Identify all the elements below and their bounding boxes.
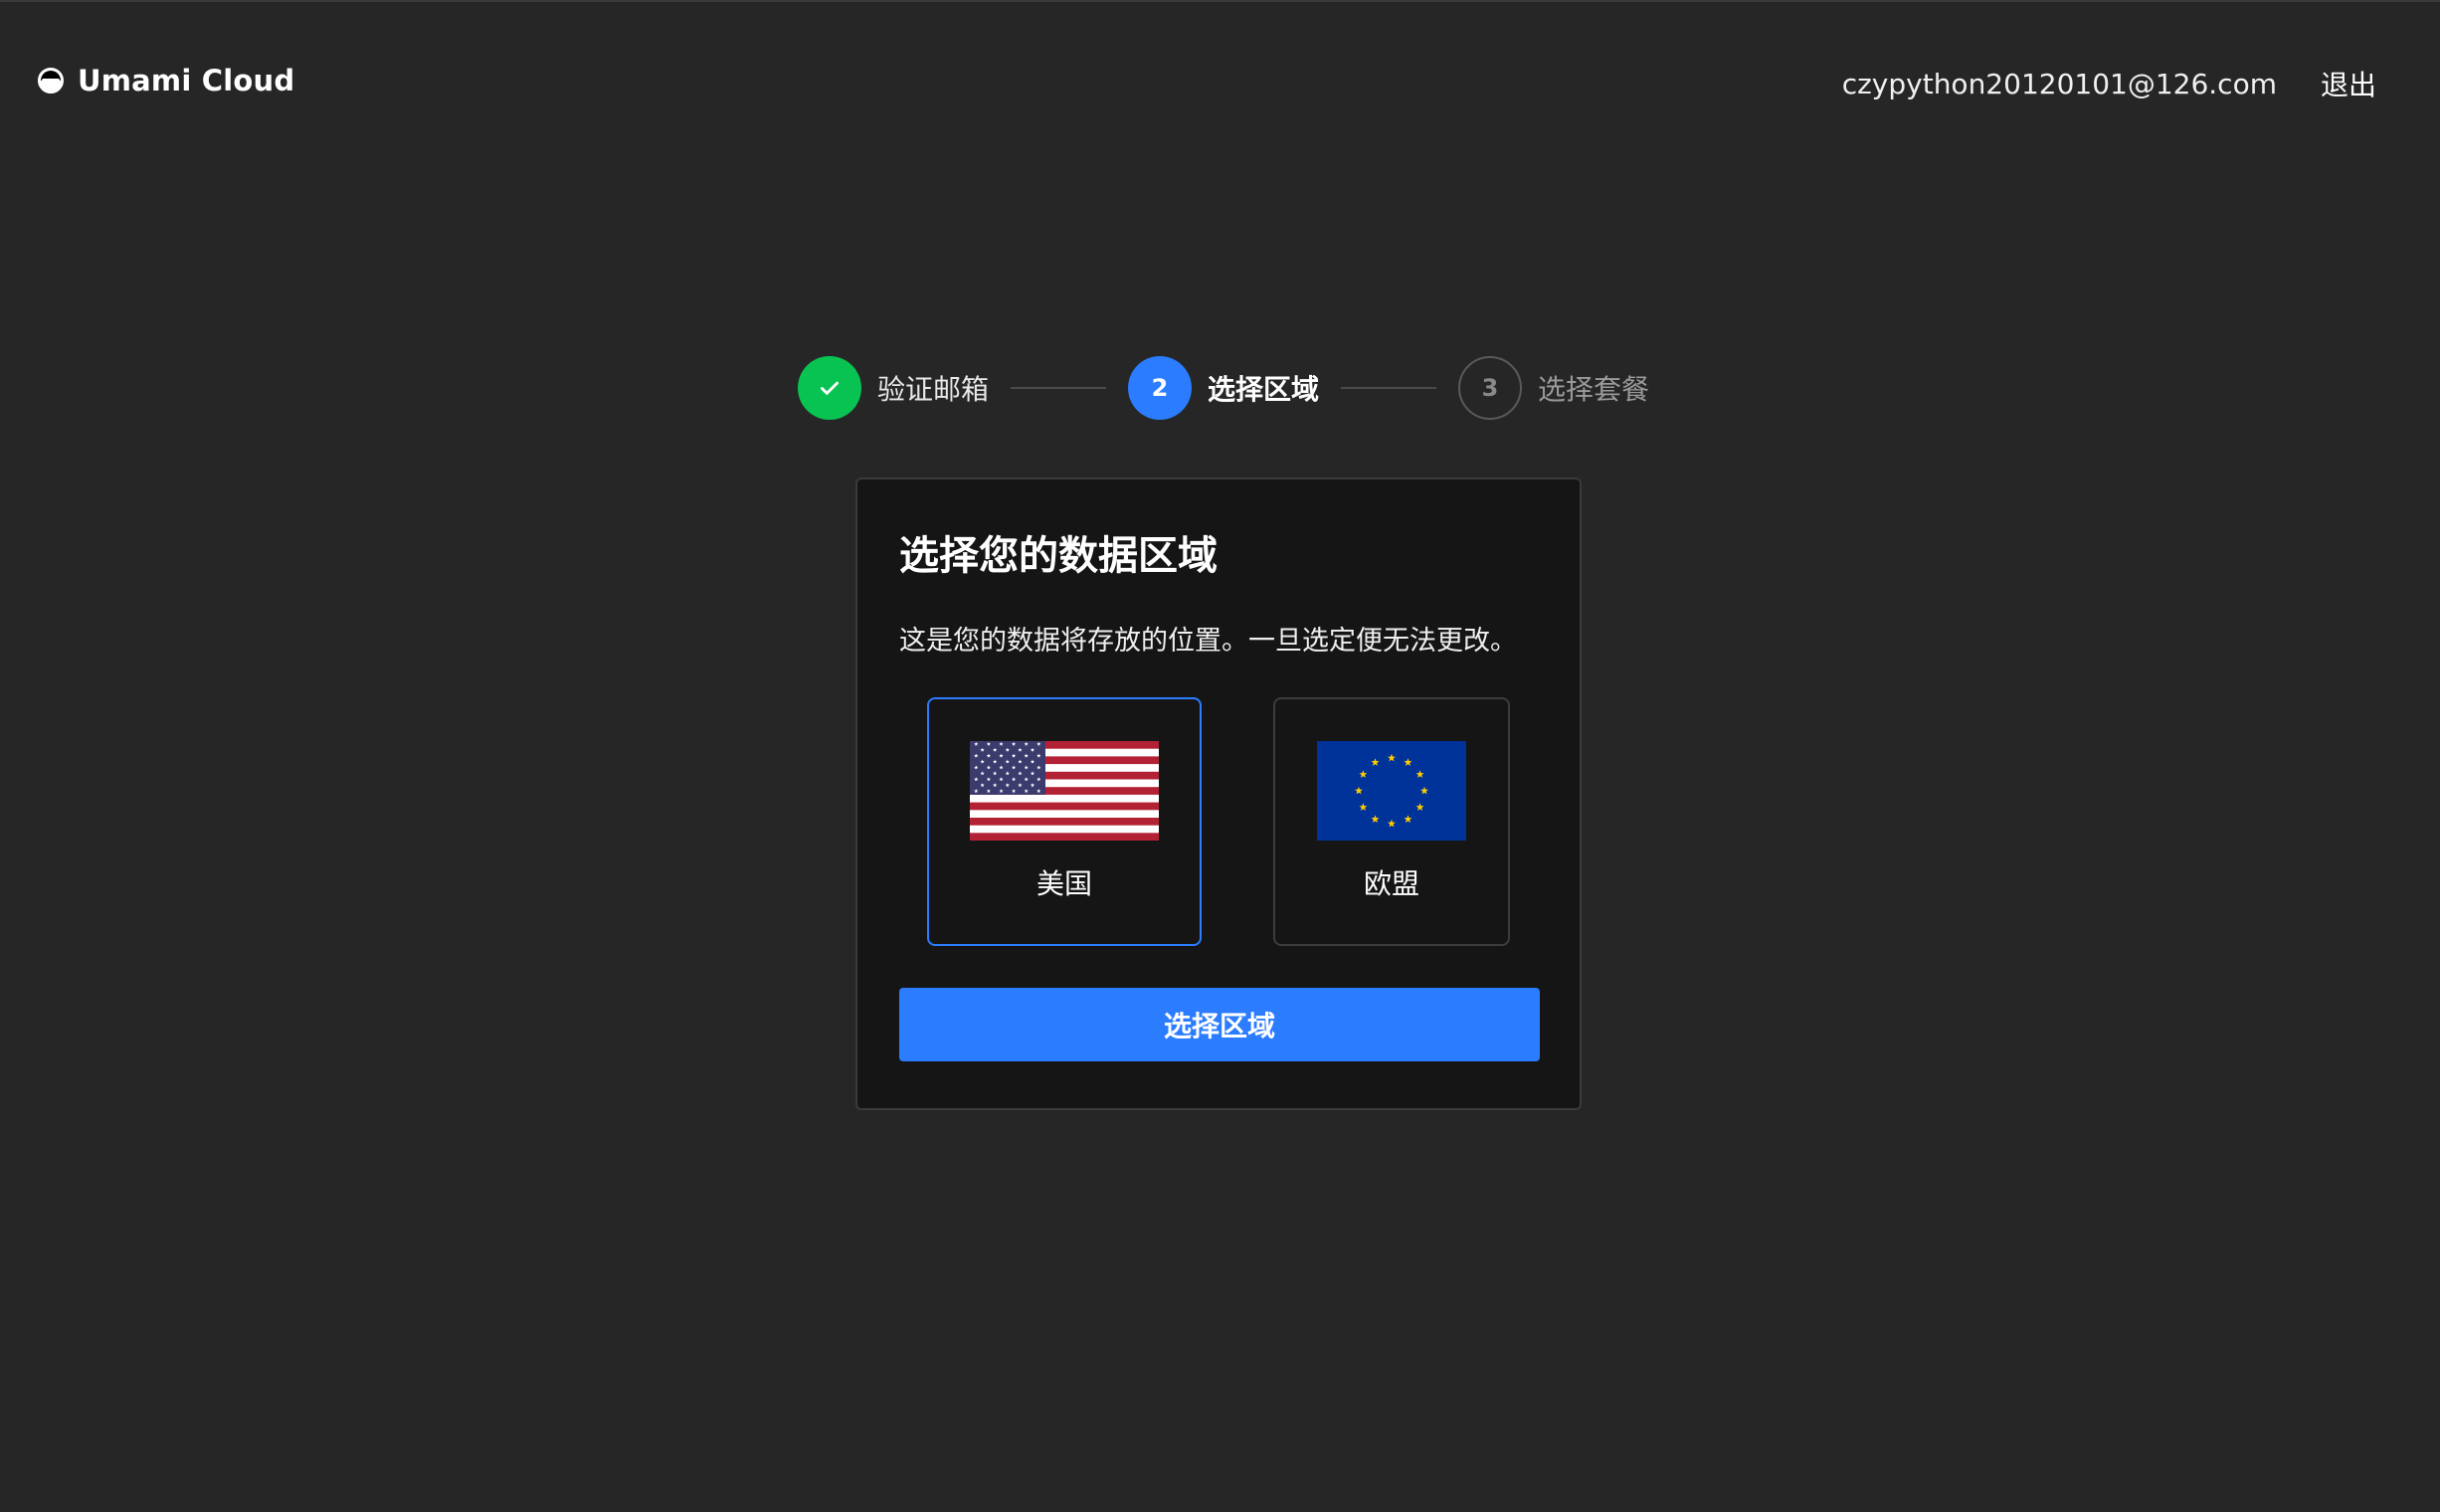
step-2-number: 2	[1128, 356, 1193, 420]
header-actions: czypython20120101@126.com 退出	[1842, 64, 2376, 103]
select-region-button[interactable]: 选择区域	[899, 988, 1540, 1061]
region-label-us: 美国	[1035, 867, 1092, 900]
region-option-eu[interactable]: 欧盟	[1273, 697, 1510, 946]
step-1-check-circle	[798, 356, 861, 420]
step-1-label: 验证邮箱	[877, 373, 990, 406]
card-title: 选择您的数据区域	[899, 533, 1218, 579]
step-3-label: 选择套餐	[1538, 373, 1650, 406]
step-connector	[1011, 387, 1107, 389]
region-label-eu: 欧盟	[1363, 867, 1419, 900]
step-3-number: 3	[1458, 356, 1523, 420]
step-verify-email: 验证邮箱	[798, 356, 989, 420]
region-options: 美国 欧盟	[899, 697, 1538, 946]
signup-stepper: 验证邮箱 2 选择区域 3 选择套餐	[798, 356, 1649, 420]
card-description: 这是您的数据将存放的位置。一旦选定便无法更改。	[899, 626, 1517, 657]
brand[interactable]: Umami Cloud	[38, 64, 294, 97]
logout-link[interactable]: 退出	[2321, 64, 2376, 103]
region-option-us[interactable]: 美国	[927, 697, 1202, 946]
brand-name: Umami Cloud	[78, 64, 295, 97]
check-icon	[821, 381, 839, 395]
eu-flag-icon	[1317, 741, 1466, 841]
step-select-region: 2 选择区域	[1128, 356, 1319, 420]
step-connector	[1341, 387, 1437, 389]
umami-logo-icon	[38, 68, 64, 94]
step-select-plan: 3 选择套餐	[1458, 356, 1649, 420]
app-window: Umami Cloud czypython20120101@126.com 退出…	[0, 0, 2440, 1512]
step-2-label: 选择区域	[1208, 373, 1320, 406]
user-email: czypython20120101@126.com	[1841, 67, 2277, 100]
region-card: 选择您的数据区域 这是您的数据将存放的位置。一旦选定便无法更改。 美国 欧盟 选…	[855, 477, 1582, 1110]
us-flag-icon	[970, 741, 1159, 841]
